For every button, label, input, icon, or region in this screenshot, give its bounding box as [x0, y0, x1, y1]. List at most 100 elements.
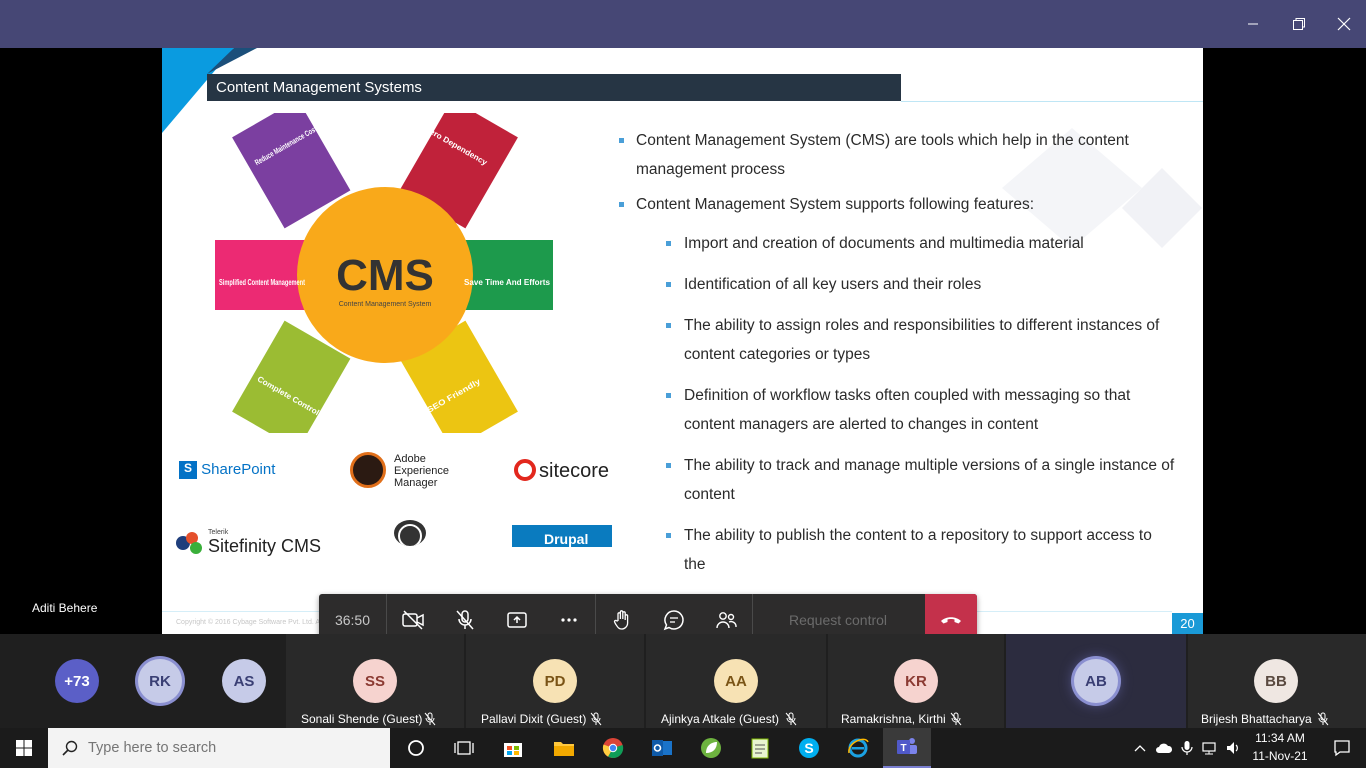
minimize-icon — [1248, 23, 1258, 25]
camera-off-icon — [402, 610, 424, 630]
participant-avatar: PD — [533, 659, 577, 703]
file-explorer-app[interactable] — [540, 728, 588, 768]
network-icon — [1202, 742, 1216, 755]
skype-app[interactable]: S — [785, 728, 833, 768]
window-titlebar — [0, 0, 1366, 48]
store-icon — [504, 743, 522, 757]
chat-icon — [663, 610, 684, 631]
close-button[interactable] — [1321, 0, 1366, 48]
more-icon — [561, 618, 577, 622]
cms-center-subtitle: Content Management System — [339, 301, 432, 308]
presenter-name: Aditi Behere — [32, 601, 98, 615]
teams-app[interactable]: T — [883, 728, 931, 768]
sub-bullet-item: The ability to assign roles and responsi… — [664, 311, 1176, 369]
speaker-icon — [1227, 742, 1238, 754]
cloud-icon — [1156, 743, 1173, 753]
sub-bullet-item: Identification of all key users and thei… — [664, 270, 1176, 299]
chevron-up-icon — [1134, 745, 1146, 752]
volume-tray[interactable] — [1222, 728, 1246, 768]
outlook-app[interactable] — [638, 728, 686, 768]
cortana-button[interactable] — [392, 728, 440, 768]
search-icon — [62, 740, 78, 756]
share-screen-icon — [507, 612, 527, 628]
notepad-app[interactable] — [736, 728, 784, 768]
mic-off-icon — [950, 712, 962, 726]
mic-off-icon — [456, 610, 474, 630]
raise-hand-icon — [613, 610, 629, 630]
sharepoint-logo: S SharePoint — [179, 461, 276, 480]
clock-date[interactable]: 11-Nov-21 — [1248, 749, 1312, 763]
presentation-slide: Content Management Systems CMS Content M… — [162, 48, 1203, 634]
sharepoint-label: SharePoint — [201, 461, 276, 478]
microphone-tray[interactable] — [1176, 728, 1198, 768]
adobe-line-1: Adobe — [394, 453, 426, 465]
participant-tile[interactable]: BB Brijesh Bhattacharya — [1188, 634, 1366, 728]
adobe-line-2: Experience — [394, 465, 450, 477]
participant-tile[interactable]: SS Sonali Shende (Guest) — [286, 634, 464, 728]
maximize-button[interactable] — [1276, 0, 1322, 48]
folder-icon — [554, 742, 574, 756]
start-button[interactable] — [0, 728, 48, 768]
chrome-icon — [602, 738, 624, 759]
participant-name: Brijesh Bhattacharya — [1201, 712, 1312, 726]
participants-strip: +73 RK AS SS Sonali Shende (Guest) PD Pa… — [0, 634, 1366, 728]
microphone-icon — [1181, 741, 1193, 755]
restore-icon — [1293, 18, 1305, 30]
self-tile[interactable]: AB — [1006, 634, 1186, 728]
chrome-app[interactable] — [589, 728, 637, 768]
skype-icon: S — [799, 738, 819, 758]
edge-app[interactable] — [834, 728, 882, 768]
minimize-button[interactable] — [1230, 0, 1276, 48]
sub-bullet-item: The ability to track and manage multiple… — [664, 451, 1176, 509]
close-icon — [1337, 17, 1351, 31]
participant-tile[interactable]: AA Ajinkya Atkale (Guest) — [646, 634, 826, 728]
onedrive-tray[interactable] — [1152, 728, 1176, 768]
participant-name: Ramakrishna, Kirthi — [841, 712, 946, 726]
clock-time[interactable]: 11:34 AM — [1248, 731, 1312, 745]
sub-bullet-item: The ability to publish the content to a … — [664, 521, 1176, 579]
petal-simplified — [215, 240, 308, 310]
participant-avatar[interactable]: AS — [222, 659, 266, 703]
slide-title: Content Management Systems — [216, 79, 422, 96]
participant-tile[interactable]: KR Ramakrishna, Kirthi — [828, 634, 1004, 728]
notification-icon — [1334, 740, 1350, 757]
svg-text:S: S — [804, 740, 813, 756]
participant-tile[interactable]: PD Pallavi Dixit (Guest) — [466, 634, 644, 728]
label-simplified: Simplified Content Management — [219, 278, 305, 287]
participant-name: Sonali Shende (Guest) — [301, 712, 423, 726]
windows-logo-icon — [16, 740, 32, 756]
sub-bullet-item: Import and creation of documents and mul… — [664, 229, 1176, 258]
action-center-button[interactable] — [1318, 728, 1366, 768]
participant-avatar: BB — [1254, 659, 1298, 703]
sitecore-icon — [514, 459, 536, 481]
taskbar-search[interactable] — [48, 728, 390, 768]
participant-name: Ajinkya Atkale (Guest) — [661, 712, 780, 726]
store-app[interactable] — [489, 728, 537, 768]
mic-off-icon — [424, 712, 436, 726]
show-hidden-icons-button[interactable] — [1128, 728, 1152, 768]
participant-avatar: AA — [714, 659, 758, 703]
internet-explorer-icon — [848, 738, 869, 758]
task-view-button[interactable] — [440, 728, 488, 768]
windows-taskbar: S T 11:34 AM 11-Nov-21 — [0, 728, 1366, 768]
network-tray[interactable] — [1198, 728, 1222, 768]
bullet-item: Content Management System (CMS) are tool… — [616, 126, 1176, 184]
participant-avatar: KR — [894, 659, 938, 703]
more-participants-button[interactable]: +73 — [55, 659, 99, 703]
participant-avatar[interactable]: RK — [138, 659, 182, 703]
search-input[interactable] — [88, 740, 368, 756]
people-icon — [716, 612, 737, 629]
adobe-aem-icon — [350, 452, 386, 488]
petal-save-time — [460, 240, 553, 310]
sub-bullet-item: Definition of workflow tasks often coupl… — [664, 381, 1176, 439]
participant-name: Pallavi Dixit (Guest) — [481, 712, 587, 726]
cms-center-title: CMS — [336, 251, 434, 300]
participant-avatar: SS — [353, 659, 397, 703]
spring-app[interactable] — [687, 728, 735, 768]
shared-screen-stage: Content Management Systems CMS Content M… — [0, 48, 1366, 646]
outlook-icon — [652, 740, 672, 756]
spring-leaf-icon — [701, 738, 721, 758]
mic-off-icon — [590, 712, 602, 726]
task-view-icon — [454, 741, 474, 755]
slide-page-number: 20 — [1172, 613, 1203, 634]
